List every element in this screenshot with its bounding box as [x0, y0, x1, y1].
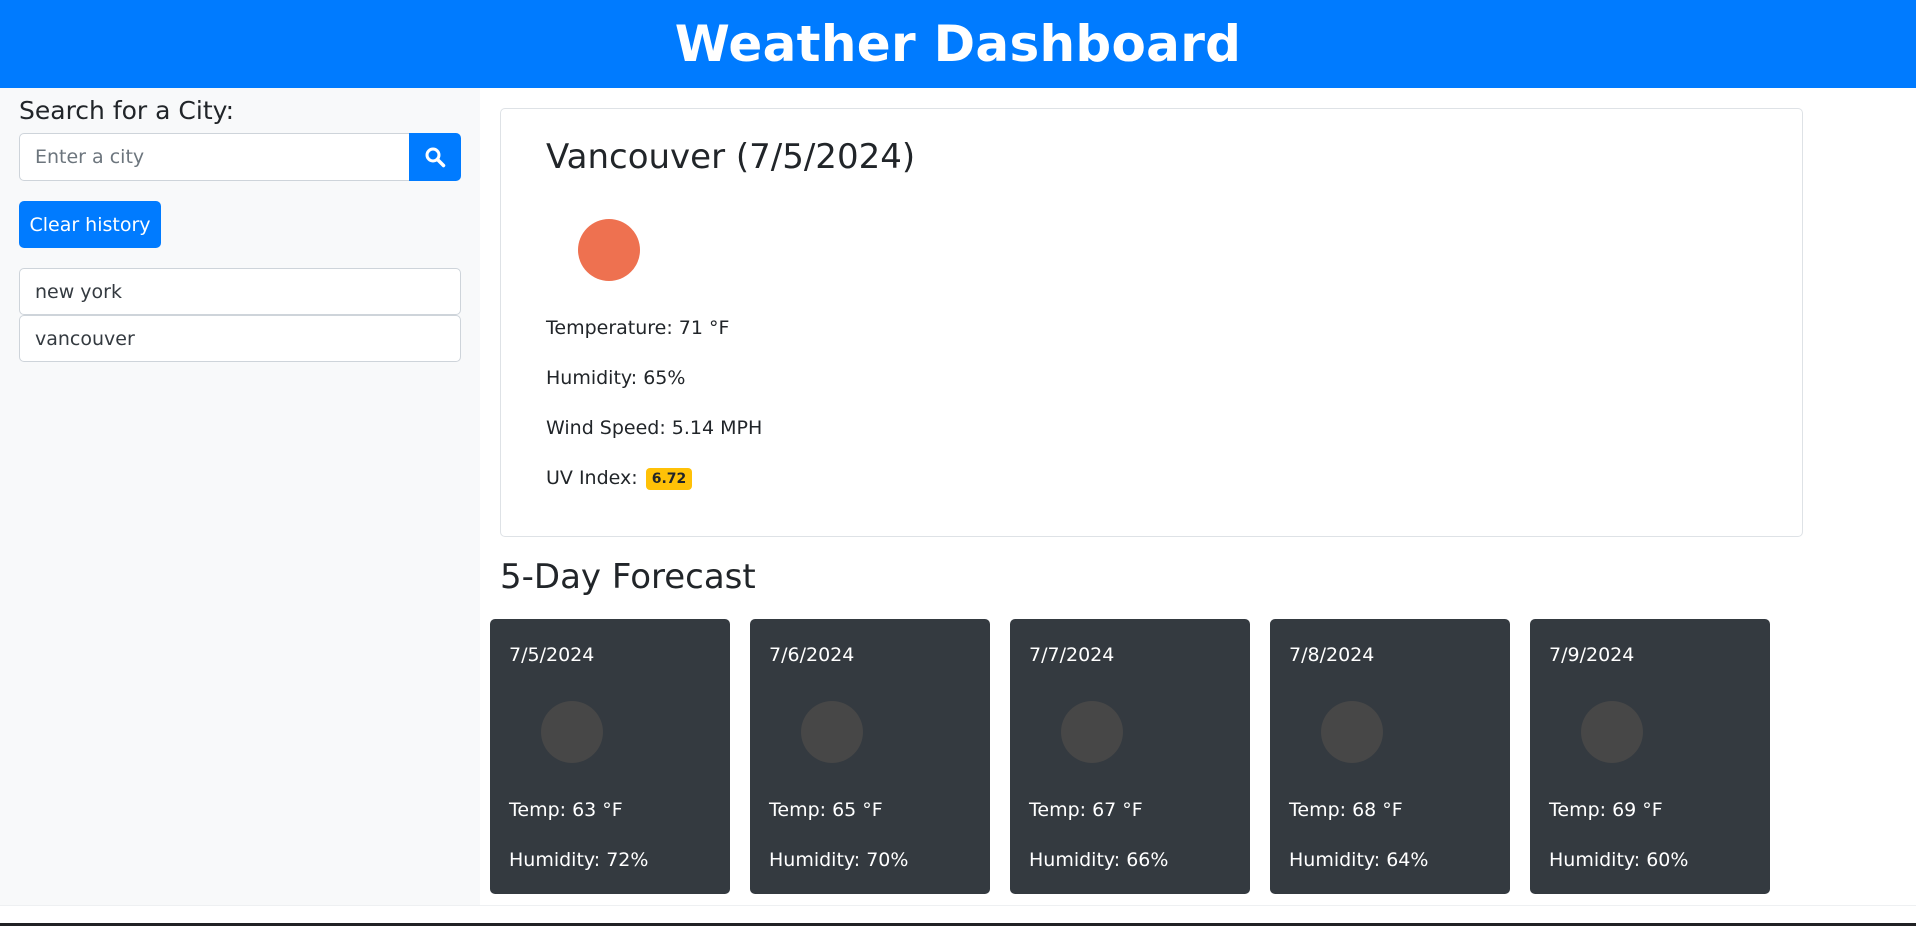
uv-label: UV Index: — [546, 467, 638, 489]
forecast-temp: Temp: 63 °F — [509, 799, 623, 821]
search-button[interactable] — [409, 133, 461, 181]
city-search-input[interactable] — [19, 133, 410, 181]
current-weather-card: Vancouver (7/5/2024) Temperature: 71 °F … — [500, 108, 1803, 537]
sidebar: Search for a City: Clear history new yor… — [0, 88, 480, 905]
search-history: new york vancouver — [19, 268, 461, 362]
search-icon — [425, 147, 446, 168]
forecast-card: 7/5/2024 Temp: 63 °F Humidity: 72% — [490, 619, 730, 894]
sun-icon — [578, 219, 640, 281]
forecast-humidity: Humidity: 66% — [1029, 849, 1169, 871]
weather-icon — [541, 701, 603, 763]
forecast-date: 7/7/2024 — [1029, 644, 1115, 666]
weather-icon — [1581, 701, 1643, 763]
forecast-date: 7/6/2024 — [769, 644, 855, 666]
forecast-date: 7/5/2024 — [509, 644, 595, 666]
history-item[interactable]: new york — [19, 268, 461, 315]
forecast-humidity: Humidity: 70% — [769, 849, 909, 871]
current-temperature: Temperature: 71 °F — [546, 317, 730, 339]
forecast-temp: Temp: 68 °F — [1289, 799, 1403, 821]
current-city-title: Vancouver (7/5/2024) — [546, 137, 916, 177]
current-humidity: Humidity: 65% — [546, 367, 686, 389]
forecast-temp: Temp: 65 °F — [769, 799, 883, 821]
current-wind-speed: Wind Speed: 5.14 MPH — [546, 417, 763, 439]
weather-icon — [801, 701, 863, 763]
forecast-title: 5-Day Forecast — [500, 557, 756, 597]
forecast-humidity: Humidity: 60% — [1549, 849, 1689, 871]
history-item[interactable]: vancouver — [19, 315, 461, 362]
weather-icon — [1061, 701, 1123, 763]
app-header: Weather Dashboard — [0, 0, 1916, 88]
page: Weather Dashboard Search for a City: Cle… — [0, 0, 1916, 926]
uv-badge: 6.72 — [645, 467, 693, 490]
search-heading: Search for a City: — [19, 96, 235, 125]
clear-history-button[interactable]: Clear history — [19, 201, 161, 248]
forecast-humidity: Humidity: 72% — [509, 849, 649, 871]
forecast-card: 7/7/2024 Temp: 67 °F Humidity: 66% — [1010, 619, 1250, 894]
weather-icon — [1321, 701, 1383, 763]
current-uv-index: UV Index: 6.72 — [546, 467, 693, 490]
page-title: Weather Dashboard — [674, 15, 1242, 73]
forecast-humidity: Humidity: 64% — [1289, 849, 1429, 871]
forecast-card: 7/9/2024 Temp: 69 °F Humidity: 60% — [1530, 619, 1770, 894]
forecast-temp: Temp: 67 °F — [1029, 799, 1143, 821]
forecast-card: 7/6/2024 Temp: 65 °F Humidity: 70% — [750, 619, 990, 894]
forecast-temp: Temp: 69 °F — [1549, 799, 1663, 821]
forecast-date: 7/9/2024 — [1549, 644, 1635, 666]
forecast-card: 7/8/2024 Temp: 68 °F Humidity: 64% — [1270, 619, 1510, 894]
forecast-date: 7/8/2024 — [1289, 644, 1375, 666]
